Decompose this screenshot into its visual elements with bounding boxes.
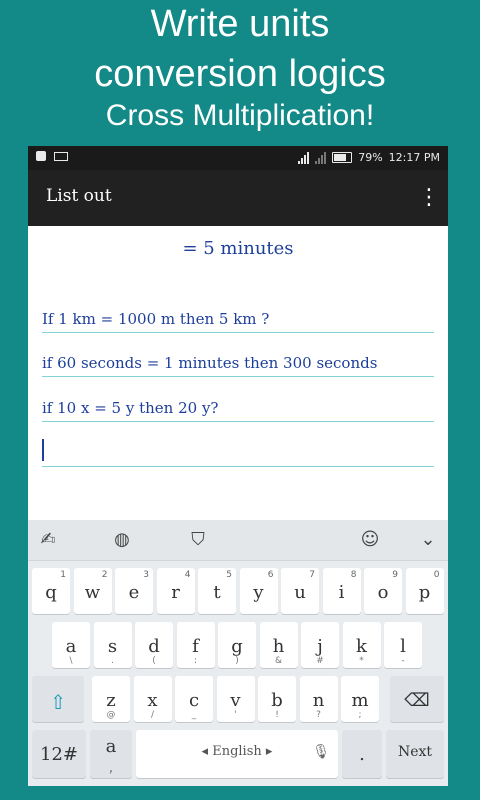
- phone-screen: 79% 12:17 PM List out ⋮ = 5 minutes If 1…: [28, 146, 448, 786]
- note-line[interactable]: if 60 seconds = 1 minutes then 300 secon…: [42, 342, 434, 377]
- key-t[interactable]: t5: [198, 568, 236, 614]
- emoji-icon[interactable]: ☺: [358, 528, 382, 552]
- key-g[interactable]: g): [218, 622, 256, 668]
- theme-shirt-icon[interactable]: ⛉: [186, 528, 210, 552]
- promo-line-1: Write units: [150, 3, 330, 45]
- keyboard-toolbar: ✍ ◍ ⛉ ☺ ⌄: [28, 520, 448, 561]
- promo-line-3: Cross Multiplication!: [105, 99, 375, 132]
- text-cursor: [42, 439, 44, 461]
- key-d[interactable]: d(: [135, 622, 173, 668]
- shift-key[interactable]: ⇧: [32, 676, 84, 722]
- key-q[interactable]: q1: [32, 568, 70, 614]
- key-m[interactable]: m;: [341, 676, 379, 722]
- battery-icon: [332, 152, 353, 163]
- shift-icon: ⇧: [49, 690, 67, 714]
- app-title: List out: [46, 186, 112, 206]
- comma-key[interactable]: a ,: [90, 730, 132, 778]
- note-editor[interactable]: = 5 minutes If 1 km = 1000 m then 5 km ?…: [28, 226, 448, 520]
- key-o[interactable]: o9: [364, 568, 402, 614]
- key-n[interactable]: n?: [299, 676, 338, 722]
- key-f[interactable]: f:: [176, 622, 215, 668]
- space-key[interactable]: ◂ English ▸ 🎙: [136, 730, 338, 778]
- key-a[interactable]: a \: [52, 622, 90, 668]
- overflow-menu-icon[interactable]: ⋮: [418, 184, 440, 212]
- signal-icon: [298, 151, 310, 164]
- app-bar: List out ⋮: [28, 170, 448, 226]
- note-input-line[interactable]: [42, 432, 434, 467]
- key-y[interactable]: y6: [239, 568, 278, 614]
- result-text: = 5 minutes: [182, 238, 294, 259]
- key-c[interactable]: c _: [175, 676, 213, 722]
- clock: 12:17 PM: [388, 151, 440, 164]
- keyboard-notification-icon: [54, 151, 68, 161]
- signal-2-icon: [315, 151, 327, 164]
- key-p[interactable]: p0: [405, 568, 444, 614]
- key-e[interactable]: e3: [115, 568, 153, 614]
- next-key[interactable]: Next: [386, 730, 444, 778]
- key-u[interactable]: u7: [281, 568, 319, 614]
- key-k[interactable]: k *: [342, 622, 381, 668]
- key-h[interactable]: h &: [259, 622, 298, 668]
- key-j[interactable]: j #: [301, 622, 339, 668]
- key-b[interactable]: b!: [258, 676, 296, 722]
- battery-percent: 79%: [358, 151, 383, 164]
- symbols-key[interactable]: 12#: [32, 730, 86, 778]
- key-s[interactable]: s.: [93, 622, 132, 668]
- key-l[interactable]: l-: [384, 622, 422, 668]
- key-v[interactable]: v ': [216, 676, 255, 722]
- note-line[interactable]: If 1 km = 1000 m then 5 km ?: [42, 298, 434, 333]
- handwriting-icon[interactable]: ✍: [36, 528, 60, 552]
- app-notification-icon: [36, 151, 46, 161]
- key-z[interactable]: z @: [92, 676, 130, 722]
- backspace-key[interactable]: ⌫: [390, 676, 444, 722]
- key-w[interactable]: w2: [73, 568, 112, 614]
- note-line[interactable]: if 10 x = 5 y then 20 y?: [42, 387, 434, 422]
- promo-line-2: conversion logics: [94, 53, 386, 95]
- status-bar: 79% 12:17 PM: [28, 146, 448, 170]
- key-x[interactable]: x /: [133, 676, 172, 722]
- language-label: English: [212, 744, 262, 759]
- globe-icon[interactable]: ◍: [110, 528, 134, 552]
- soft-keyboard: ✍ ◍ ⛉ ☺ ⌄ q1w2e3r4t5y6u7i8o9p0 a \ s. d(f: g…: [28, 520, 448, 786]
- key-r[interactable]: r4: [156, 568, 195, 614]
- microphone-icon[interactable]: 🎙: [312, 744, 330, 760]
- backspace-icon: ⌫: [404, 690, 430, 711]
- collapse-icon[interactable]: ⌄: [416, 528, 440, 552]
- period-key[interactable]: .: [342, 730, 382, 778]
- key-i[interactable]: i8: [322, 568, 361, 614]
